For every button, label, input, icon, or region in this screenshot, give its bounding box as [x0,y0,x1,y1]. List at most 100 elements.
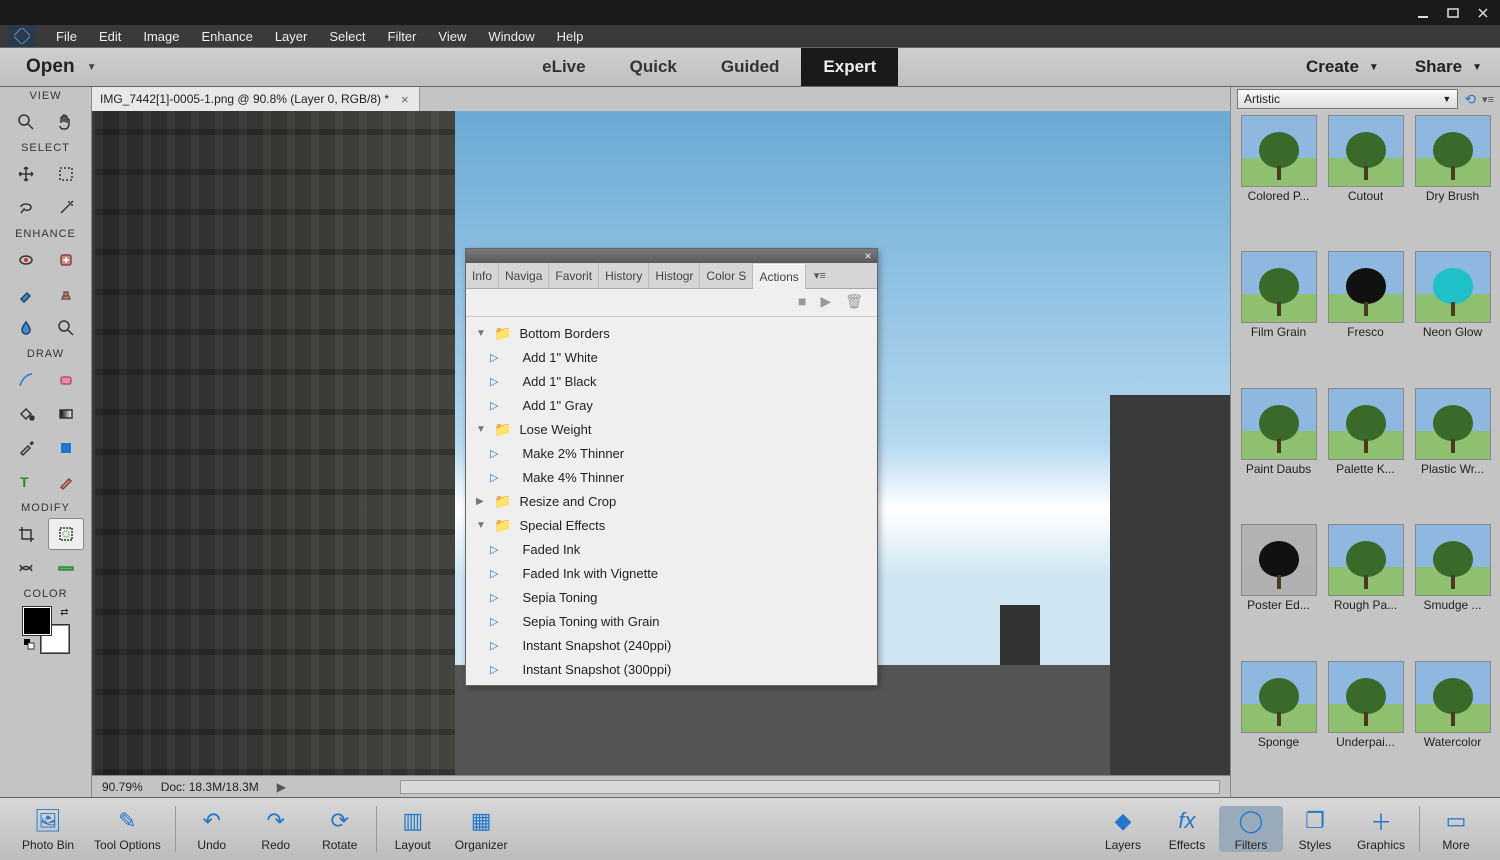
actions-list[interactable]: ▼📁Bottom Borders▷Add 1" White▷Add 1" Bla… [466,317,877,685]
filter-item[interactable]: Watercolor [1413,661,1492,793]
panel-menu-icon[interactable]: ▾≡ [1482,93,1494,106]
filter-item[interactable]: Cutout [1326,115,1405,247]
swap-colors-icon[interactable]: ⇄ [60,607,68,618]
gradient-tool[interactable] [48,398,84,430]
reset-icon[interactable]: ⟲ [1464,91,1476,108]
maximize-button[interactable] [1438,3,1468,23]
photo-bin-button[interactable]: 🖼Photo Bin [12,806,84,852]
clone-stamp-tool[interactable] [48,278,84,310]
filter-item[interactable]: Fresco [1326,251,1405,383]
marquee-tool[interactable] [48,158,84,190]
filter-item[interactable]: Neon Glow [1413,251,1492,383]
filter-item[interactable]: Palette K... [1326,388,1405,520]
paint-bucket-tool[interactable] [8,398,44,430]
panel-tab-navigator[interactable]: Naviga [499,263,549,288]
action-group[interactable]: ▶📁Resize and Crop [466,489,877,513]
trash-icon[interactable]: 🗑 [845,293,863,312]
type-tool[interactable]: T [8,466,44,498]
chevron-down-icon[interactable]: ▼ [1369,62,1379,73]
menu-layer[interactable]: Layer [265,27,318,46]
layers-button[interactable]: ◆Layers [1091,806,1155,852]
move-tool[interactable] [8,158,44,190]
action-item[interactable]: ▷Add 1" Gray [466,393,877,417]
filter-item[interactable]: Rough Pa... [1326,524,1405,656]
eyedropper-tool[interactable] [8,432,44,464]
panel-tab-history[interactable]: History [599,263,649,288]
styles-button[interactable]: ❐Styles [1283,806,1347,852]
disclosure-icon[interactable]: ▼ [476,328,488,339]
menu-filter[interactable]: Filter [378,27,427,46]
panel-menu-icon[interactable]: ▾≡ [806,263,834,288]
menu-file[interactable]: File [46,27,87,46]
smart-brush-tool[interactable] [8,278,44,310]
horizontal-scrollbar[interactable] [400,780,1220,794]
action-group[interactable]: ▼📁Lose Weight [466,417,877,441]
filter-item[interactable]: Dry Brush [1413,115,1492,247]
more-button[interactable]: ▭More [1424,806,1488,852]
filter-item[interactable]: Paint Daubs [1239,388,1318,520]
lasso-tool[interactable] [8,192,44,224]
action-item[interactable]: ▷Faded Ink [466,537,877,561]
pencil-tool[interactable] [48,466,84,498]
panel-tab-info[interactable]: Info [466,263,499,288]
sponge-tool[interactable] [48,312,84,344]
action-item[interactable]: ▷Instant Snapshot (240ppi) [466,633,877,657]
action-group[interactable]: ▼📁Special Effects [466,513,877,537]
minimize-button[interactable] [1408,3,1438,23]
blur-tool[interactable] [8,312,44,344]
shape-tool[interactable] [48,432,84,464]
mode-guided[interactable]: Guided [699,48,802,86]
stop-icon[interactable]: ■ [798,293,806,312]
panel-tab-color[interactable]: Color S [700,263,753,288]
graphics-button[interactable]: ＋Graphics [1347,806,1415,852]
action-group[interactable]: ▼📁Bottom Borders [466,321,877,345]
menu-image[interactable]: Image [133,27,189,46]
filter-item[interactable]: Smudge ... [1413,524,1492,656]
magic-wand-tool[interactable] [48,192,84,224]
panel-tab-histogram[interactable]: Histogr [649,263,700,288]
panel-close-icon[interactable]: × [859,249,877,263]
play-icon[interactable]: ▶ [820,293,831,312]
spot-heal-tool[interactable] [48,244,84,276]
panel-tab-actions[interactable]: Actions [753,264,805,289]
filter-item[interactable]: Film Grain [1239,251,1318,383]
undo-button[interactable]: ↶Undo [180,806,244,852]
straighten-tool[interactable] [48,552,84,584]
default-colors-icon[interactable] [23,638,35,653]
menu-window[interactable]: Window [478,27,544,46]
panel-tab-favorites[interactable]: Favorit [549,263,599,288]
rotate-button[interactable]: ⟳Rotate [308,806,372,852]
mode-quick[interactable]: Quick [608,48,699,86]
disclosure-icon[interactable]: ▶ [476,496,488,507]
filter-item[interactable]: Poster Ed... [1239,524,1318,656]
menu-select[interactable]: Select [319,27,375,46]
action-item[interactable]: ▷Instant Snapshot (300ppi) [466,657,877,681]
filter-item[interactable]: Underpai... [1326,661,1405,793]
filter-item[interactable]: Plastic Wr... [1413,388,1492,520]
action-item[interactable]: ▷Add 1" Black [466,369,877,393]
eraser-tool[interactable] [48,364,84,396]
effects-button[interactable]: fxEffects [1155,806,1219,852]
filter-item[interactable]: Sponge [1239,661,1318,793]
disclosure-icon[interactable]: ▼ [476,520,488,531]
action-item[interactable]: ▷Faded Ink with Vignette [466,561,877,585]
hand-tool[interactable] [48,106,84,138]
filters-button[interactable]: ◯Filters [1219,806,1283,852]
close-button[interactable] [1468,3,1498,23]
layout-button[interactable]: ▥Layout [381,806,445,852]
mode-elive[interactable]: eLive [520,48,607,86]
chevron-down-icon[interactable]: ▼ [1472,62,1482,73]
redeye-tool[interactable] [8,244,44,276]
menu-view[interactable]: View [428,27,476,46]
filter-item[interactable]: Colored P... [1239,115,1318,247]
action-item[interactable]: ▷Sepia Toning with Grain [466,609,877,633]
content-aware-tool[interactable] [8,552,44,584]
open-dropdown[interactable]: Open ▼ [0,56,112,78]
menu-edit[interactable]: Edit [89,27,131,46]
filter-category-select[interactable]: Artistic ▼ [1237,89,1458,109]
action-item[interactable]: ▷Make 4% Thinner [466,465,877,489]
close-tab-icon[interactable]: × [399,92,411,107]
action-item[interactable]: ▷Sepia Toning [466,585,877,609]
recompose-tool[interactable] [48,518,84,550]
brush-tool[interactable] [8,364,44,396]
